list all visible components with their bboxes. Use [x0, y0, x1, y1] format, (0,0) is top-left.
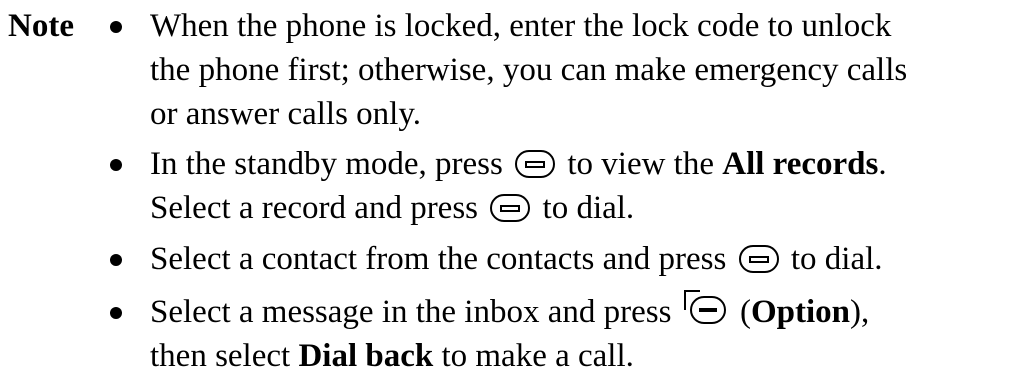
bullet-2-text-c: Select a record and press: [150, 190, 479, 226]
bullet-2-line-2: Select a record and press to dial.: [150, 186, 1022, 230]
bullet-4-paren-open: (: [739, 294, 751, 330]
call-key-icon: [490, 194, 531, 222]
bullet-dot: [110, 159, 122, 171]
note-label: Note: [8, 8, 74, 44]
note-bullet-1: When the phone is locked, enter the lock…: [150, 4, 1022, 136]
bullet-3-text-b: to dial.: [790, 241, 883, 277]
bullet-3-line-1: Select a contact from the contacts and p…: [150, 237, 1022, 281]
bullet-dot: [110, 254, 122, 266]
bullet-4-line-2: then select Dial back to make a call.: [150, 334, 1022, 378]
bullet-4-paren-close: ),: [850, 294, 870, 330]
bullet-3-text-a: Select a contact from the contacts and p…: [150, 241, 727, 277]
bullet-2-bold: All records: [722, 146, 879, 182]
bullet-2-line-1: In the standby mode, press to view the A…: [150, 142, 1022, 186]
bullet-4-text-a: Select a message in the inbox and press: [150, 294, 672, 330]
note-bullet-2: In the standby mode, press to view the A…: [150, 142, 1022, 230]
bullet-2-text-a: In the standby mode, press: [150, 146, 503, 182]
bullet-4-text-b: then select: [150, 338, 291, 374]
bullet-1-line-2: the phone first; otherwise, you can make…: [150, 52, 908, 88]
note-bullet-3: Select a contact from the contacts and p…: [150, 237, 1022, 281]
bullet-4-line-1: Select a message in the inbox and press …: [150, 290, 1022, 334]
bullet-dot: [110, 307, 122, 319]
bullet-4-bold-2: Dial back: [298, 338, 434, 374]
note-bullet-4: Select a message in the inbox and press …: [150, 290, 1022, 378]
call-key-icon: [515, 150, 556, 178]
bullet-2-end: .: [878, 146, 887, 182]
bullet-2-text-b: to view the: [567, 146, 714, 182]
bullet-dot: [110, 21, 122, 33]
bullet-4-text-c: to make a call.: [441, 338, 634, 374]
call-key-icon: [738, 245, 779, 273]
bullet-1-line-3: or answer calls only.: [150, 96, 421, 132]
bullet-1-line-1: When the phone is locked, enter the lock…: [150, 8, 892, 44]
option-key-icon: [683, 290, 728, 326]
bullet-2-text-d: to dial.: [542, 190, 635, 226]
bullet-4-bold: Option: [750, 294, 850, 330]
